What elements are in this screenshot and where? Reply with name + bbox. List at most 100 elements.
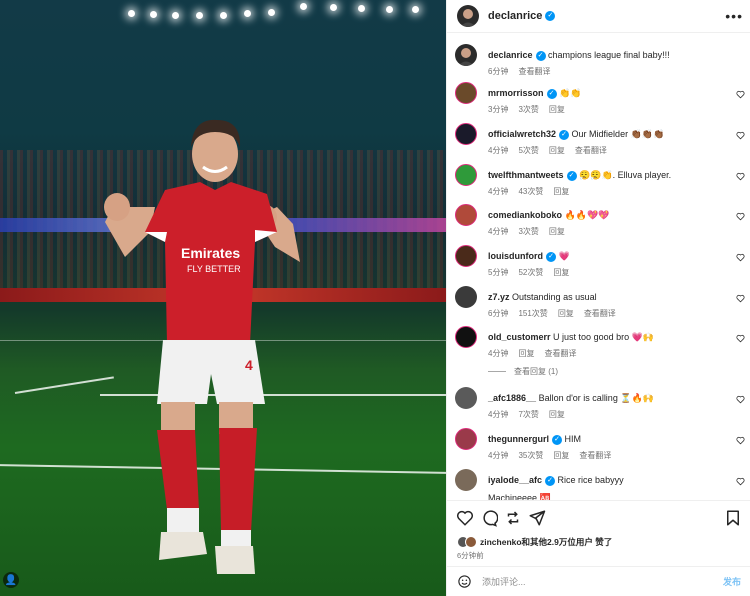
comment-likes[interactable]: 43次赞 xyxy=(518,187,543,196)
see-translation-link[interactable]: 查看翻译 xyxy=(579,451,611,460)
commenter-avatar[interactable] xyxy=(455,428,477,450)
verified-badge-icon: ✓ xyxy=(546,252,556,262)
see-translation-link[interactable]: 查看翻译 xyxy=(575,146,607,155)
heart-icon[interactable] xyxy=(736,395,745,404)
reply-button[interactable]: 回复 xyxy=(553,451,569,460)
post-comment-button[interactable]: 发布 xyxy=(723,575,741,588)
commenter-avatar[interactable] xyxy=(455,286,477,308)
caption-text: champions league final baby!!! xyxy=(548,50,670,60)
commenter-avatar[interactable] xyxy=(455,82,477,104)
comment-time: 4分钟 xyxy=(488,227,509,236)
comment-text: 💗 xyxy=(558,251,570,261)
see-translation-link[interactable]: 查看翻译 xyxy=(544,349,576,358)
comment-icon[interactable] xyxy=(480,509,498,527)
post-actions-bar: zinchenko和其他2.9万位用户 赞了 6分钟前 xyxy=(447,500,750,566)
comment-likes[interactable]: 5次赞 xyxy=(518,146,538,155)
commenter-avatar[interactable] xyxy=(455,326,477,348)
emoji-icon[interactable] xyxy=(457,574,472,589)
more-options-icon[interactable]: ••• xyxy=(725,8,743,24)
post-photo[interactable]: Emirates FLY BETTER 4 👤 xyxy=(0,0,446,596)
reply-button[interactable]: 回复 xyxy=(549,410,565,419)
heart-icon[interactable] xyxy=(736,436,745,445)
heart-icon[interactable] xyxy=(736,90,745,99)
heart-icon[interactable] xyxy=(736,131,745,140)
comment-likes[interactable]: 7次赞 xyxy=(518,410,538,419)
comment-username[interactable]: louisdunford xyxy=(488,251,543,261)
comment-time: 6分钟 xyxy=(488,309,509,318)
heart-icon[interactable] xyxy=(736,477,745,486)
comment-time: 4分钟 xyxy=(488,410,509,419)
comment-username[interactable]: iyalode__afc xyxy=(488,475,542,485)
reply-button[interactable]: 回复 xyxy=(518,349,534,358)
heart-icon[interactable] xyxy=(736,212,745,221)
comment-text: Outstanding as usual xyxy=(512,292,597,302)
comment-likes[interactable]: 3次赞 xyxy=(518,227,538,236)
comment-likes[interactable]: 3次赞 xyxy=(518,105,538,114)
comment-username[interactable]: old_customerr xyxy=(488,332,551,342)
comment-text: U just too good bro 💗🙌 xyxy=(553,332,655,342)
author-username[interactable]: declanrice xyxy=(488,10,542,22)
comment-username[interactable]: thegunnergurl xyxy=(488,434,549,444)
comments-list[interactable]: declanrice ✓ champions league final baby!… xyxy=(447,34,750,500)
comment-text: 😮‍💨😮‍💨👏. Elluva player. xyxy=(579,170,672,180)
verified-badge-icon: ✓ xyxy=(545,11,556,21)
heart-icon[interactable] xyxy=(736,253,745,262)
likes-summary[interactable]: zinchenko和其他2.9万位用户 赞了 xyxy=(457,536,612,548)
comment-time: 3分钟 xyxy=(488,105,509,114)
reply-button[interactable]: 回复 xyxy=(553,187,569,196)
reply-button[interactable]: 回复 xyxy=(549,227,565,236)
comment-composer: 发布 xyxy=(447,566,750,596)
commenter-avatar[interactable] xyxy=(455,123,477,145)
author-avatar[interactable] xyxy=(457,5,479,27)
like-heart-icon[interactable] xyxy=(456,509,474,527)
post-time: 6分钟前 xyxy=(457,551,484,560)
comment-input[interactable] xyxy=(482,576,723,587)
comment-time: 4分钟 xyxy=(488,187,509,196)
heart-icon[interactable] xyxy=(736,172,745,181)
post-side-panel: declanrice ✓ ••• declanrice ✓ champions l… xyxy=(446,0,750,596)
comment-text: 🔥🔥💖💖 xyxy=(564,210,610,220)
commenter-avatar[interactable] xyxy=(455,164,477,186)
tagged-user-icon[interactable]: 👤 xyxy=(3,572,19,588)
comment-username[interactable]: z7.yz xyxy=(488,292,510,302)
repost-icon[interactable] xyxy=(504,509,522,527)
commenter-avatar[interactable] xyxy=(455,387,477,409)
reply-button[interactable]: 回复 xyxy=(558,309,574,318)
verified-badge-icon: ✓ xyxy=(545,476,556,486)
comment-text: 👏👏 xyxy=(559,88,582,98)
comment-username[interactable]: comediankoboko xyxy=(488,210,562,220)
comment-likes[interactable]: 35次赞 xyxy=(518,451,543,460)
comment-text: Rice rice babyyy xyxy=(557,475,624,485)
verified-badge-icon: ✓ xyxy=(559,130,570,140)
verified-badge-icon: ✓ xyxy=(566,171,577,181)
reply-button[interactable]: 回复 xyxy=(549,105,565,114)
comment-username[interactable]: officialwretch32 xyxy=(488,129,556,139)
heart-icon[interactable] xyxy=(736,334,745,343)
comment-username[interactable]: _afc1886__ xyxy=(488,393,536,403)
reply-button[interactable]: 回复 xyxy=(549,146,565,155)
comment-text: Our Midfielder 👏🏾👏🏾👏🏾 xyxy=(571,129,665,139)
verified-badge-icon: ✓ xyxy=(535,51,546,61)
verified-badge-icon: ✓ xyxy=(546,89,557,99)
commenter-avatar[interactable] xyxy=(455,204,477,226)
see-translation-link[interactable]: 查看翻译 xyxy=(518,67,550,76)
view-replies-button[interactable]: 查看回复 (1) xyxy=(488,366,558,377)
reply-button[interactable]: 回复 xyxy=(553,268,569,277)
comment-username[interactable]: mrmorrisson xyxy=(488,88,544,98)
share-icon[interactable] xyxy=(528,509,546,527)
caption-username[interactable]: declanrice xyxy=(488,50,533,60)
commenter-avatar[interactable] xyxy=(455,245,477,267)
heart-icon[interactable] xyxy=(736,294,745,303)
comment-username[interactable]: twelfthmantweets xyxy=(488,170,564,180)
instagram-post-view: Emirates FLY BETTER 4 👤 declanrice ✓ ••• xyxy=(0,0,750,596)
author-avatar[interactable] xyxy=(455,44,477,66)
bookmark-icon[interactable] xyxy=(724,509,742,527)
comment-likes[interactable]: 151次赞 xyxy=(518,309,547,318)
likes-summary-text: zinchenko和其他2.9万位用户 赞了 xyxy=(480,537,613,547)
svg-text:Emirates: Emirates xyxy=(181,245,240,261)
comment-text-continued: Machineeee 🆎 xyxy=(488,493,551,500)
comment-likes[interactable]: 52次赞 xyxy=(518,268,543,277)
see-translation-link[interactable]: 查看翻译 xyxy=(584,309,616,318)
comment-time: 4分钟 xyxy=(488,349,509,358)
commenter-avatar[interactable] xyxy=(455,469,477,491)
